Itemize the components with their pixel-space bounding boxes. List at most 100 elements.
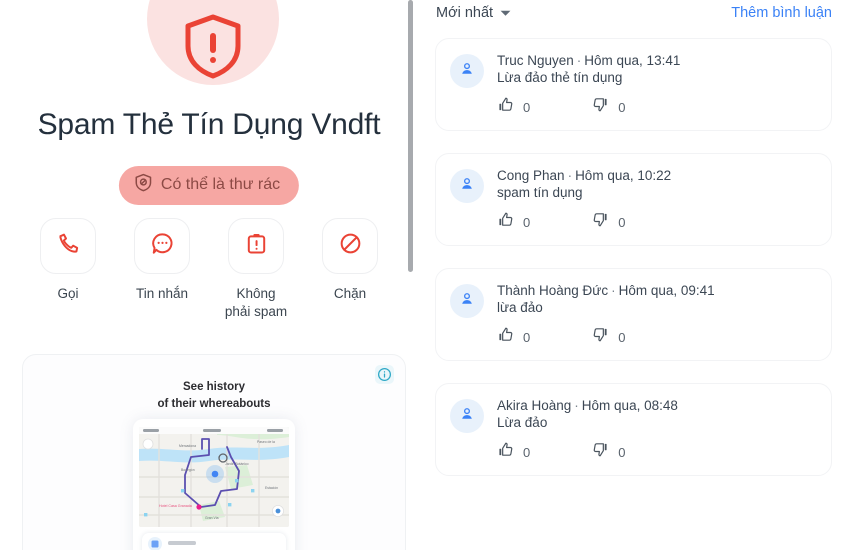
comment-author: Cong Phan xyxy=(497,168,565,183)
promo-trip-panel xyxy=(142,533,286,550)
action-call-tile[interactable] xyxy=(40,218,96,274)
action-message[interactable]: Tin nhắn xyxy=(122,218,202,321)
action-not-spam[interactable]: Không phải spam xyxy=(216,218,296,321)
svg-text:Hotel Casa Granada: Hotel Casa Granada xyxy=(159,504,192,508)
like-count: 0 xyxy=(523,329,531,345)
dislike-button[interactable]: 0 xyxy=(592,96,625,118)
person-icon xyxy=(459,291,475,312)
dislike-button[interactable]: 0 xyxy=(592,441,625,463)
avatar xyxy=(450,284,484,318)
caller-actions-row: Gọi Tin nhắn Không phải spam Chặn xyxy=(28,218,390,321)
action-block-tile[interactable] xyxy=(322,218,378,274)
add-comment-button[interactable]: Thêm bình luận xyxy=(731,5,832,21)
promo-map-image: Hotel Casa Granada Mercadona Bodegón Jar… xyxy=(139,427,289,527)
like-button[interactable]: 0 xyxy=(497,96,530,118)
comments-sort-dropdown[interactable]: Mới nhất xyxy=(436,5,511,21)
avatar xyxy=(450,399,484,433)
thumb-down-icon xyxy=(592,326,609,348)
dislike-count: 0 xyxy=(618,99,626,115)
thumb-up-icon xyxy=(497,441,514,463)
block-circle-icon xyxy=(338,231,363,261)
dislike-count: 0 xyxy=(618,444,626,460)
comment-timestamp: Hôm qua, 13:41 xyxy=(584,53,681,68)
comment-card[interactable]: Thành Hoàng Đức·Hôm qua, 09:41 lừa đảo xyxy=(435,268,832,361)
promo-headline: See history of their whereabouts xyxy=(157,381,271,410)
action-call[interactable]: Gọi xyxy=(28,218,108,321)
like-count: 0 xyxy=(523,444,531,460)
dislike-count: 0 xyxy=(618,214,626,230)
comment-vote-row: 0 0 xyxy=(497,441,817,463)
caller-name-title: Spam Thẻ Tín Dụng Vndft xyxy=(37,108,381,141)
comment-author: Thành Hoàng Đức xyxy=(497,283,609,298)
comment-card[interactable]: Cong Phan·Hôm qua, 10:22 spam tín dụng xyxy=(435,153,832,246)
comment-vote-row: 0 0 xyxy=(497,326,817,348)
thumb-up-icon xyxy=(497,96,514,118)
promo-ad-card[interactable]: See history of their whereabouts Hotel C… xyxy=(22,354,406,550)
action-message-label: Tin nhắn xyxy=(135,286,189,301)
comment-author: Truc Nguyen xyxy=(497,53,574,68)
comment-timestamp: Hôm qua, 08:48 xyxy=(581,398,678,413)
action-message-tile[interactable] xyxy=(134,218,190,274)
page-scrollbar[interactable] xyxy=(404,0,418,550)
comment-meta: Thành Hoàng Đức · Hôm qua, 09:41 xyxy=(497,283,817,298)
like-count: 0 xyxy=(523,99,531,115)
avatar xyxy=(450,169,484,203)
meta-separator: · xyxy=(574,398,579,413)
dislike-button[interactable]: 0 xyxy=(592,211,625,233)
spam-shield-badge-circle xyxy=(147,0,279,85)
clipboard-alert-icon xyxy=(244,231,269,261)
person-icon xyxy=(459,176,475,197)
comment-card[interactable]: Truc Nguyen · Hôm qua, 13:41 Lừa đảo thẻ t… xyxy=(435,38,832,131)
action-block-label: Chặn xyxy=(333,286,367,301)
comment-meta: Akira Hoàng · Hôm qua, 08:48 xyxy=(497,398,817,413)
comments-sort-label: Mới nhất xyxy=(436,5,494,21)
person-icon xyxy=(459,61,475,82)
avatar xyxy=(450,54,484,88)
comment-timestamp: Hôm qua, 10:22 xyxy=(575,168,672,183)
action-not-spam-label: Không phải spam xyxy=(224,286,288,320)
svg-text:Gran Vía: Gran Vía xyxy=(205,516,219,520)
svg-text:Mercadona: Mercadona xyxy=(179,444,196,448)
comments-panel: Mới nhất Thêm bình luận Truc Nguyen · Hô… xyxy=(418,0,850,550)
message-bubble-icon xyxy=(150,231,175,261)
meta-separator: · xyxy=(567,168,573,183)
promo-phone-mockup: Hotel Casa Granada Mercadona Bodegón Jar… xyxy=(133,419,295,550)
dislike-button[interactable]: 0 xyxy=(592,326,625,348)
thumb-down-icon xyxy=(592,441,609,463)
like-button[interactable]: 0 xyxy=(497,211,530,233)
thumb-down-icon xyxy=(592,96,609,118)
thumb-up-icon xyxy=(497,326,514,348)
svg-text:Paseo de la: Paseo de la xyxy=(257,440,275,444)
comment-timestamp: Hôm qua, 09:41 xyxy=(618,283,715,298)
caller-id-spam-screen: Spam Thẻ Tín Dụng Vndft Có thể là thư rá… xyxy=(0,0,850,550)
svg-text:Bodegón: Bodegón xyxy=(181,468,195,472)
action-block[interactable]: Chặn xyxy=(310,218,390,321)
action-not-spam-tile[interactable] xyxy=(228,218,284,274)
caller-detail-panel: Spam Thẻ Tín Dụng Vndft Có thể là thư rá… xyxy=(0,0,418,550)
comment-author: Akira Hoàng xyxy=(497,398,572,413)
like-count: 0 xyxy=(523,214,531,230)
thumb-up-icon xyxy=(497,211,514,233)
comment-meta: Cong Phan · Hôm qua, 10:22 xyxy=(497,168,817,183)
action-call-label: Gọi xyxy=(57,286,79,301)
comment-card[interactable]: Akira Hoàng · Hôm qua, 08:48 Lừa đảo 0 0 xyxy=(435,383,832,476)
spam-badge-label: Có thể là thư rác xyxy=(160,176,281,193)
comments-header: Mới nhất Thêm bình luận xyxy=(436,0,832,26)
svg-text:Estación: Estación xyxy=(265,486,278,490)
page-scrollbar-thumb[interactable] xyxy=(408,0,413,272)
spam-status-badge[interactable]: Có thể là thư rác xyxy=(118,166,300,205)
dislike-count: 0 xyxy=(618,329,626,345)
shield-alert-icon xyxy=(182,13,244,84)
promo-phone-screen: Hotel Casa Granada Mercadona Bodegón Jar… xyxy=(139,427,289,550)
comment-text: lừa đảo xyxy=(497,300,543,315)
like-button[interactable]: 0 xyxy=(497,441,530,463)
svg-text:Jardín Botánico: Jardín Botánico xyxy=(225,462,249,466)
comment-meta: Truc Nguyen · Hôm qua, 13:41 xyxy=(497,53,817,68)
like-button[interactable]: 0 xyxy=(497,326,530,348)
thumb-down-icon xyxy=(592,211,609,233)
comment-vote-row: 0 0 xyxy=(497,96,817,118)
person-icon xyxy=(459,406,475,427)
phone-icon xyxy=(56,231,81,261)
chevron-down-icon xyxy=(500,5,511,21)
comment-text: spam tín dụng xyxy=(497,185,583,200)
